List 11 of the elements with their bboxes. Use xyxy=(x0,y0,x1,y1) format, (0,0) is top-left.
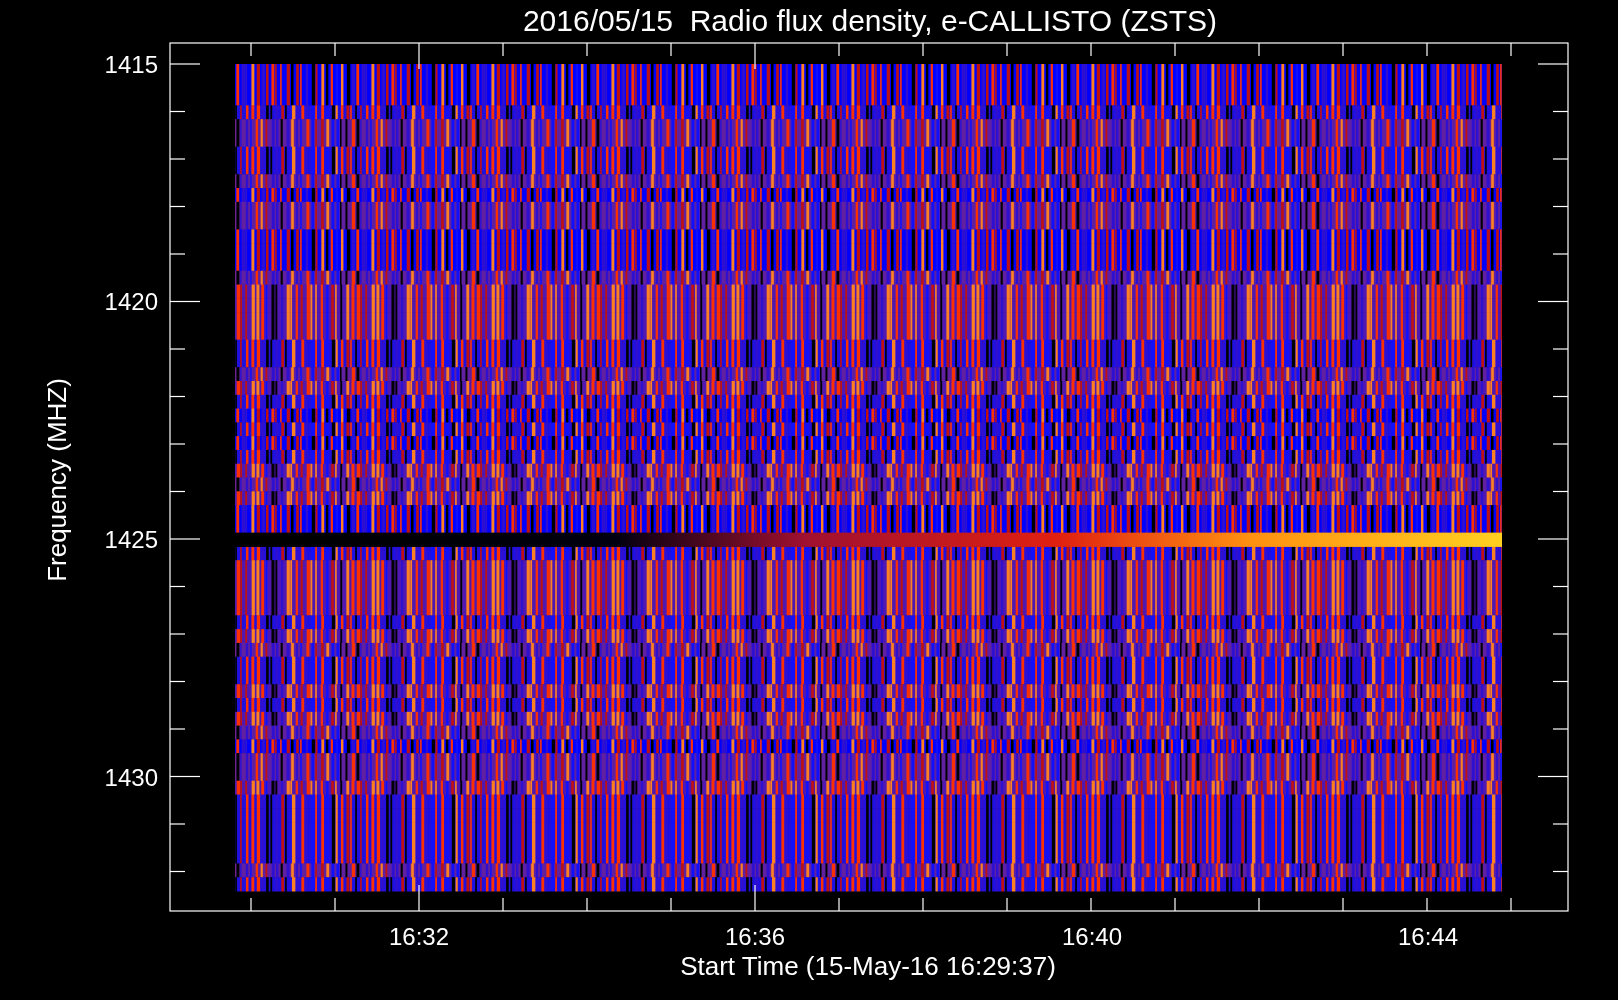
y-tick-label: 1420 xyxy=(104,288,158,315)
x-axis-label: Start Time (15-May-16 16:29:37) xyxy=(680,951,1056,981)
y-tick-label: 1425 xyxy=(104,526,158,553)
x-tick-label: 16:40 xyxy=(1061,923,1123,950)
y-tick-label: 1430 xyxy=(104,764,158,791)
y-tick-label: 1415 xyxy=(104,51,158,78)
x-tick-label: 16:44 xyxy=(1397,923,1459,950)
x-tick-label: 16:32 xyxy=(388,923,450,950)
chart-title: 2016/05/15 Radio flux density, e-CALLISTO (ZSTS) xyxy=(522,4,1218,37)
y-axis-label: Frequency (MHZ) xyxy=(42,378,72,582)
x-tick-label: 16:36 xyxy=(724,923,786,950)
